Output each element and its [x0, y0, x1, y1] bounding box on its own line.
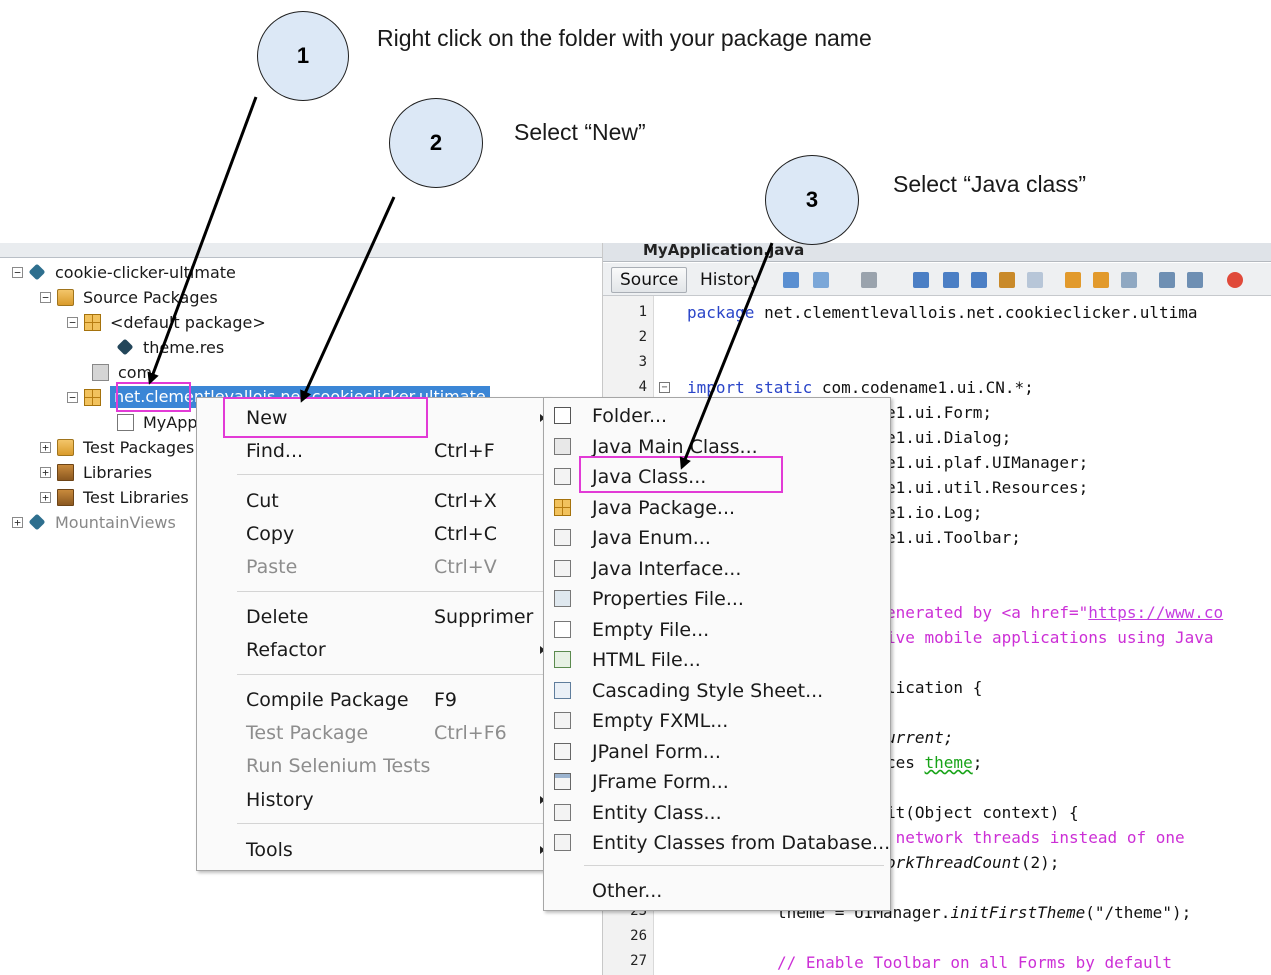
- step-1-badge: 1: [257, 11, 349, 101]
- arrow-to-package: [147, 96, 258, 385]
- arrow-to-new: [300, 196, 396, 403]
- step-3-badge: 3: [765, 155, 859, 245]
- step-2-badge: 2: [389, 98, 483, 188]
- step-1-instruction: Right click on the folder with your pack…: [377, 25, 872, 51]
- step-2-instruction: Select “New”: [514, 119, 646, 145]
- annotation-arrows: [147, 96, 774, 470]
- step-3-instruction: Select “Java class”: [893, 171, 1087, 197]
- arrow-to-java-class: [679, 242, 774, 470]
